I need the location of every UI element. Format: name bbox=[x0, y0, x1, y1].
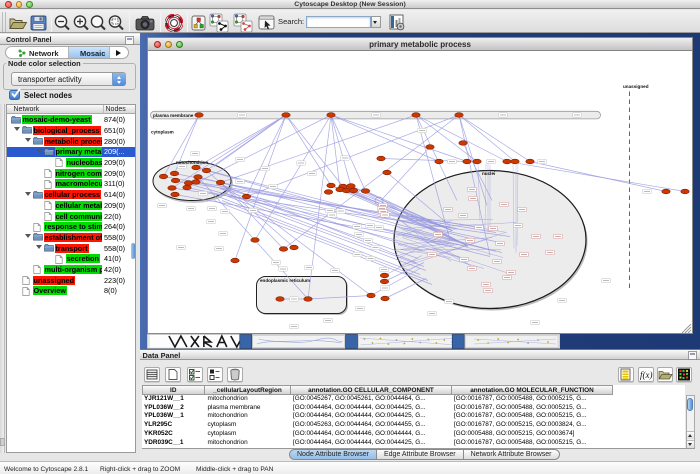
svg-text:unassigned: unassigned bbox=[623, 84, 649, 89]
svg-text:endoplasmic reticulum: endoplasmic reticulum bbox=[260, 278, 310, 283]
svg-text:cytoplasm: cytoplasm bbox=[151, 130, 174, 135]
svg-text:f(x): f(x) bbox=[640, 370, 653, 380]
svg-text:nuclei: nuclei bbox=[482, 171, 495, 176]
svg-text:plasma membrane: plasma membrane bbox=[153, 113, 194, 118]
